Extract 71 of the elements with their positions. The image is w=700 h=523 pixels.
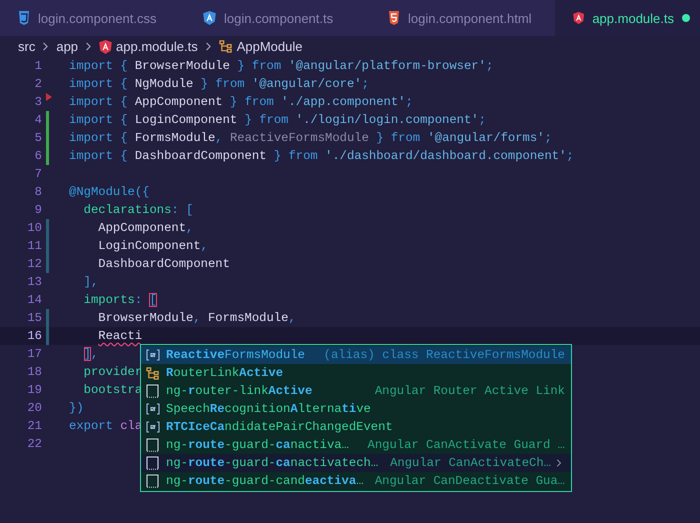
suggestion-item[interactable]: ng-router-linkActive Angular Router Active Link [141, 382, 571, 400]
code-line: Reacti [97, 329, 142, 343]
line-number: 22 [26, 437, 42, 451]
suggestion-item[interactable]: ng-route-guard-candeactiva… Angular CanDeactivate Gua… [141, 472, 571, 490]
code-line: bootstra [82, 383, 142, 397]
line-number: 3 [34, 95, 42, 109]
code-line: }) [69, 401, 84, 415]
line-number: 17 [26, 347, 42, 361]
line-number: 1 [34, 59, 42, 73]
variable-icon [146, 421, 160, 433]
editor-tab[interactable]: login.component.css [0, 0, 185, 36]
code-line: import { FormsModule, ReactiveFormsModule } from '@angular/forms'; [69, 131, 552, 145]
code-line: BrowserModule, FormsModule, [97, 311, 296, 325]
code-line: ], [82, 347, 98, 361]
line-number: 16 [26, 329, 42, 343]
editor-tab[interactable]: app.module.ts [555, 0, 700, 36]
code-line: @NgModule({ [69, 185, 150, 199]
angular-icon [99, 40, 112, 54]
snippet-icon [146, 456, 160, 470]
line-number: 10 [26, 221, 42, 235]
snippet-icon [146, 474, 160, 488]
line-number: 6 [34, 149, 42, 163]
breadcrumb-item[interactable]: app [56, 39, 78, 54]
code-line: AppComponent, [97, 221, 194, 235]
line-number: 4 [34, 113, 42, 127]
class-icon [146, 366, 160, 380]
code-line: provider [82, 365, 142, 379]
snippet-icon [146, 438, 160, 452]
suggestion-item[interactable]: ReactiveFormsModule (alias) class ReactiveFormsModule [141, 346, 571, 364]
suggestion-item[interactable]: ng-route-guard-canactiva… Angular CanActivate Guard … [141, 436, 571, 454]
suggestion-item[interactable]: SpeechRecognitionAlternative [141, 400, 571, 418]
breadcrumb-item[interactable]: app.module.ts [116, 39, 198, 54]
code-line: import { AppComponent } from './app.component'; [69, 95, 413, 109]
editor-tab[interactable]: login.component.ts [185, 0, 370, 36]
line-number: 14 [26, 293, 42, 307]
variable-icon [146, 349, 160, 361]
line-number: 9 [34, 203, 42, 217]
line-number: 18 [26, 365, 42, 379]
code-line: DashboardComponent [97, 257, 230, 271]
line-number: 13 [26, 275, 42, 289]
line-number: 12 [26, 257, 42, 271]
line-number: 21 [26, 419, 42, 433]
suggestion-item[interactable]: RTCIceCandidatePairChangedEvent [141, 418, 571, 436]
editor-tab[interactable]: login.component.html [370, 0, 555, 36]
code-line: LoginComponent, [97, 239, 208, 253]
line-number: 15 [26, 311, 42, 325]
code-line: ], [82, 275, 98, 289]
line-number: 7 [34, 167, 42, 181]
line-number: 8 [34, 185, 42, 199]
angular-icon [573, 11, 584, 25]
line-number: 20 [26, 401, 42, 415]
suggestion-item[interactable]: RouterLinkActive [141, 364, 571, 382]
module-icon [218, 40, 233, 53]
code-line: imports: [ [82, 293, 157, 307]
code-line: import { BrowserModule } from '@angular/platform-browser'; [69, 59, 494, 73]
code-line: import { NgModule } from '@angular/core'; [69, 77, 369, 91]
code-line: import { LoginComponent } from './login/login.component'; [69, 113, 486, 127]
breadcrumb-item[interactable]: AppModule [236, 39, 302, 54]
code-line: declarations: [ [82, 203, 194, 217]
line-number: 11 [26, 239, 42, 253]
snippet-icon [146, 384, 160, 398]
html-file-icon [388, 11, 400, 25]
css-file-icon [18, 11, 30, 25]
breadcrumb-item[interactable]: src [18, 39, 36, 54]
code-line: import { DashboardComponent } from './dashboard/dashboard.component'; [69, 149, 574, 163]
suggestion-item[interactable]: ng-route-guard-canactivatech… Angular CanActivateCh… [141, 454, 571, 472]
line-number: 2 [34, 77, 42, 91]
variable-icon [146, 403, 160, 415]
line-number: 19 [26, 383, 42, 397]
angular-icon [203, 11, 216, 25]
line-number: 5 [34, 131, 42, 145]
